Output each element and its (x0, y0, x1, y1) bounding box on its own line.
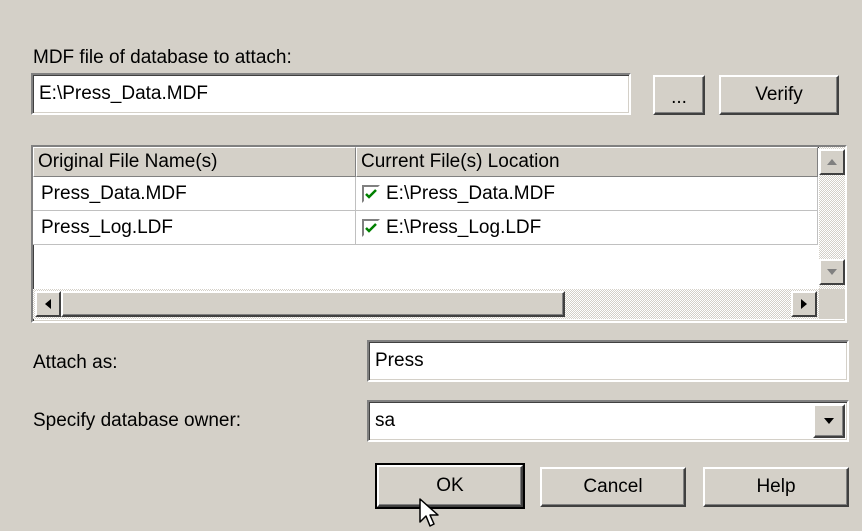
owner-select[interactable]: sa (367, 400, 849, 442)
scroll-left-button[interactable] (35, 291, 61, 317)
owner-value: sa (375, 410, 396, 431)
verify-button-label: Verify (755, 84, 803, 105)
attach-as-value: Press (375, 350, 424, 371)
owner-dropdown-button[interactable] (813, 404, 845, 438)
table-row-2-location[interactable]: E:\Press_Log.LDF (356, 211, 818, 245)
table-cell-original: Press_Log.LDF (41, 216, 174, 238)
column-header-original[interactable]: Original File Name(s) (33, 147, 356, 177)
owner-label: Specify database owner: (33, 410, 242, 431)
table-cell-location: E:\Press_Log.LDF (386, 216, 542, 238)
triangle-right-icon (801, 299, 807, 309)
arrow-pointer-icon (419, 498, 439, 527)
table-cell-original: Press_Data.MDF (41, 182, 187, 204)
column-header-location[interactable]: Current File(s) Location (356, 147, 818, 177)
table-row-1-original[interactable]: Press_Data.MDF (33, 177, 356, 211)
ok-button-label: OK (436, 475, 464, 496)
triangle-down-icon (824, 418, 834, 424)
table-cell-location: E:\Press_Data.MDF (386, 182, 555, 204)
scroll-right-button[interactable] (791, 291, 817, 317)
scroll-corner (819, 289, 845, 319)
table-row-1-location[interactable]: E:\Press_Data.MDF (356, 177, 818, 211)
files-grid[interactable]: Original File Name(s) Current File(s) Lo… (31, 145, 847, 323)
help-button[interactable]: Help (703, 467, 849, 507)
checkmark-icon (365, 188, 377, 199)
browse-button[interactable]: ... (653, 75, 705, 115)
column-header-original-label: Original File Name(s) (38, 151, 218, 172)
mdf-label: MDF file of database to attach: (33, 47, 292, 68)
column-header-location-label: Current File(s) Location (361, 151, 560, 172)
browse-button-label: ... (671, 87, 687, 108)
scroll-up-button[interactable] (819, 149, 845, 175)
attach-as-label: Attach as: (33, 352, 118, 373)
triangle-left-icon (45, 299, 51, 309)
help-button-label: Help (756, 476, 796, 497)
mdf-path-value: E:\Press_Data.MDF (39, 83, 208, 104)
table-row-2-original[interactable]: Press_Log.LDF (33, 211, 356, 245)
attach-as-input[interactable]: Press (367, 340, 849, 382)
ok-button[interactable]: OK (375, 463, 525, 509)
horizontal-scroll-thumb[interactable] (61, 291, 565, 317)
cancel-button[interactable]: Cancel (540, 467, 686, 507)
cancel-button-label: Cancel (583, 476, 643, 497)
row-1-checkbox[interactable] (362, 184, 380, 203)
verify-button[interactable]: Verify (719, 75, 839, 115)
scroll-down-button[interactable] (819, 259, 845, 285)
row-2-checkbox[interactable] (362, 218, 380, 237)
mdf-path-field[interactable]: E:\Press_Data.MDF (31, 73, 631, 115)
triangle-up-icon (827, 159, 837, 165)
checkmark-icon (365, 222, 377, 233)
triangle-down-icon (827, 269, 837, 275)
